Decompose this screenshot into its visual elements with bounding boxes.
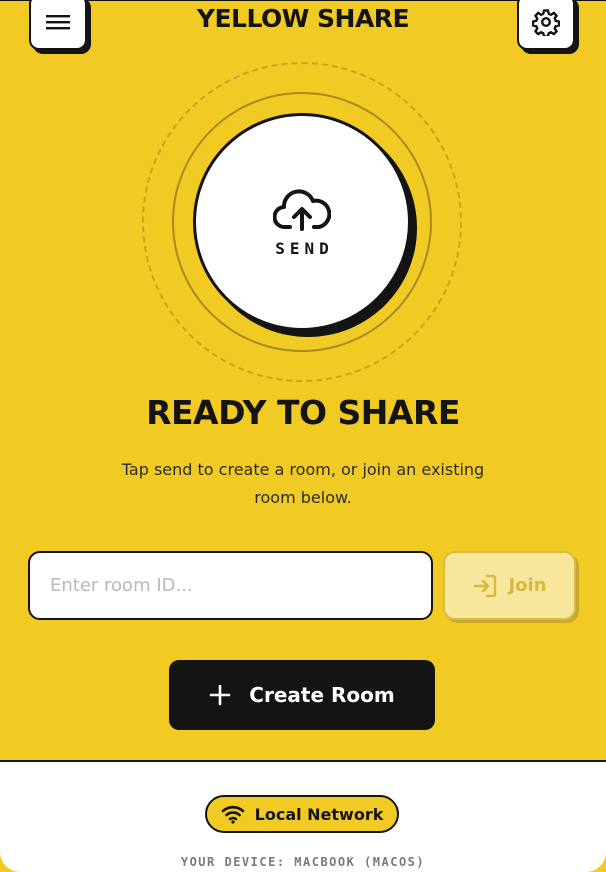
create-room-label: Create Room bbox=[249, 683, 395, 707]
wifi-icon bbox=[221, 805, 244, 824]
room-id-input[interactable] bbox=[28, 551, 433, 620]
network-label: Local Network bbox=[254, 804, 384, 824]
send-button[interactable]: SEND bbox=[193, 113, 411, 331]
status-title: READY TO SHARE bbox=[146, 393, 460, 432]
cloud-upload-icon bbox=[273, 188, 331, 231]
top-border bbox=[0, 0, 606, 1]
login-icon bbox=[474, 574, 497, 597]
settings-button[interactable] bbox=[517, 0, 575, 50]
device-label: YOUR DEVICE: MACBOOK (MACOS) bbox=[180, 855, 426, 869]
gear-icon bbox=[532, 9, 560, 36]
create-room-button[interactable]: Create Room bbox=[169, 660, 435, 730]
network-badge: Local Network bbox=[205, 795, 399, 833]
footer: Local Network YOUR DEVICE: MACBOOK (MACO… bbox=[0, 760, 606, 872]
status-subtitle: Tap send to create a room, or join an ex… bbox=[121, 460, 485, 507]
send-label: SEND bbox=[275, 238, 334, 258]
join-button[interactable]: Join bbox=[443, 551, 576, 620]
plus-icon bbox=[209, 684, 231, 706]
app-title: YELLOW SHARE bbox=[196, 4, 410, 33]
join-label: Join bbox=[508, 575, 547, 596]
